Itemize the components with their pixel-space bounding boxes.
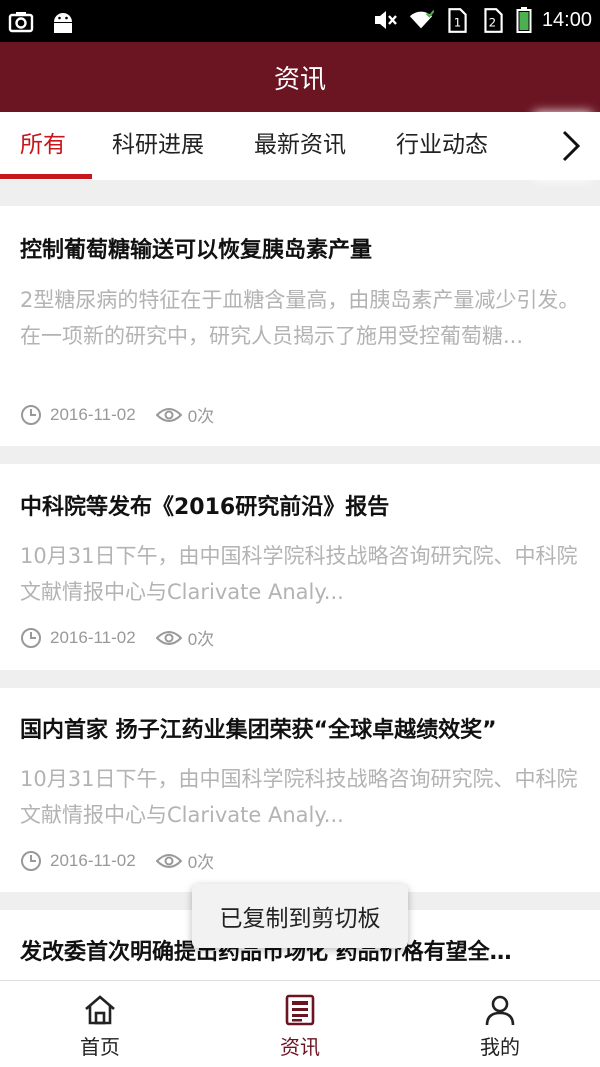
clock-icon xyxy=(21,627,41,648)
eye-icon xyxy=(155,407,182,422)
chevron-right-icon xyxy=(562,130,581,162)
nav-item-news[interactable]: 资讯 xyxy=(200,981,400,1067)
android-icon xyxy=(54,13,72,33)
battery-icon xyxy=(516,7,532,33)
article-date: 2016-11-02 xyxy=(50,850,136,870)
article-title: 控制葡萄糖输送可以恢复胰岛素产量 xyxy=(20,238,373,263)
article-card[interactable]: 中科院等发布《2016研究前沿》报告 10月31日下午，由中国科学院科技战略咨询… xyxy=(0,464,600,670)
article-title: 中科院等发布《2016研究前沿》报告 xyxy=(20,495,390,520)
tab-latest-news[interactable]: 最新资讯 xyxy=(254,112,346,180)
clock-icon xyxy=(21,850,41,871)
active-tab-indicator xyxy=(0,174,92,179)
article-views: 0次 xyxy=(187,407,215,426)
home-icon xyxy=(85,995,115,1025)
sim2-icon: 2 xyxy=(484,8,503,33)
article-card[interactable]: 国内首家 扬子江药业集团荣获“全球卓越绩效奖” 10月31日下午，由中国科学院科… xyxy=(0,688,600,892)
article-title: 国内首家 扬子江药业集团荣获“全球卓越绩效奖” xyxy=(20,718,497,743)
nav-item-profile[interactable]: 我的 xyxy=(400,981,600,1067)
bottom-nav: 首页 资讯 我的 xyxy=(0,980,600,1067)
article-summary: 10月31日下午，由中国科学院科技战略咨询研究院、中科院文献情报中心与Clari… xyxy=(20,767,578,827)
page-title: 资讯 xyxy=(273,64,326,95)
sim1-icon: 1 xyxy=(448,8,467,33)
article-date: 2016-11-02 xyxy=(50,627,136,647)
category-tab-bar: 所有 科研进展 最新资讯 行业动态 xyxy=(0,112,600,180)
clock-icon xyxy=(21,404,41,425)
status-bar: 1 2 14:00 xyxy=(0,0,600,42)
article-meta: 2016-11-02 0次 xyxy=(20,402,214,427)
nav-item-home[interactable]: 首页 xyxy=(0,981,200,1067)
eye-icon xyxy=(155,630,182,645)
article-meta: 2016-11-02 0次 xyxy=(20,625,214,650)
camera-icon xyxy=(8,12,34,33)
nav-label-news: 资讯 xyxy=(280,1035,320,1059)
tab-scroll-right-button[interactable] xyxy=(542,112,600,180)
copied-toast: 已复制到剪切板 xyxy=(192,884,408,948)
news-icon xyxy=(285,994,315,1026)
tab-industry-news[interactable]: 行业动态 xyxy=(396,112,488,180)
tab-research-progress[interactable]: 科研进展 xyxy=(112,112,204,180)
article-views: 0次 xyxy=(187,630,215,649)
eye-icon xyxy=(155,853,182,868)
wifi-icon xyxy=(409,10,434,29)
article-summary: 10月31日下午，由中国科学院科技战略咨询研究院、中科院文献情报中心与Clari… xyxy=(20,544,578,604)
person-icon xyxy=(485,995,515,1026)
app-bar: 资讯 xyxy=(0,42,600,112)
article-meta: 2016-11-02 0次 xyxy=(20,848,214,873)
tab-all[interactable]: 所有 xyxy=(20,112,66,180)
article-card[interactable]: 控制葡萄糖输送可以恢复胰岛素产量 2型糖尿病的特征在于血糖含量高，由胰岛素产量减… xyxy=(0,206,600,446)
svg-text:1: 1 xyxy=(454,15,462,29)
mute-icon xyxy=(374,11,397,29)
status-time: 14:00 xyxy=(541,8,592,31)
article-views: 0次 xyxy=(187,853,215,872)
svg-text:2: 2 xyxy=(489,15,497,29)
article-date: 2016-11-02 xyxy=(50,404,136,424)
nav-label-home: 首页 xyxy=(80,1035,120,1059)
article-summary: 2型糖尿病的特征在于血糖含量高，由胰岛素产量减少引发。在一项新的研究中，研究人员… xyxy=(20,288,580,348)
nav-label-profile: 我的 xyxy=(480,1035,520,1059)
